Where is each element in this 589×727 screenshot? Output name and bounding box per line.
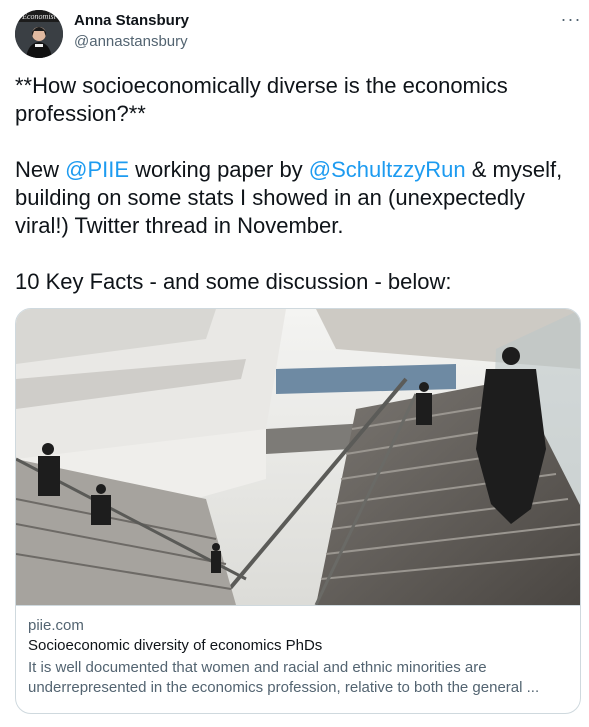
tweet: Economist Anna Stansbury @annastansbury …	[0, 0, 589, 727]
svg-text:Economist: Economist	[21, 12, 57, 21]
tweet-text: **How socioeconomically diverse is the e…	[15, 72, 580, 296]
avatar[interactable]: Economist	[15, 10, 63, 58]
card-meta: piie.com Socioeconomic diversity of econ…	[16, 605, 580, 713]
link-preview-card[interactable]: piie.com Socioeconomic diversity of econ…	[15, 308, 581, 714]
mention-link-schultzzyrun[interactable]: @SchultzzyRun	[309, 157, 466, 182]
more-options-button[interactable]: ···	[556, 10, 586, 32]
author-handle[interactable]: @annastansbury	[74, 33, 188, 50]
tweet-paragraph: New @PIIE working paper by @SchultzzyRun…	[15, 156, 580, 240]
tweet-text-segment: working paper by	[129, 157, 309, 182]
tweet-text-segment: New	[15, 157, 66, 182]
tweet-headline: **How socioeconomically diverse is the e…	[15, 73, 508, 126]
card-description: It is well documented that women and rac…	[28, 659, 540, 696]
card-domain: piie.com	[28, 617, 84, 634]
tweet-closing-line: 10 Key Facts - and some discussion - bel…	[15, 269, 452, 294]
author-name[interactable]: Anna Stansbury	[74, 12, 189, 29]
more-horizontal-icon: ···	[560, 9, 582, 29]
avatar-photo: Economist	[15, 10, 63, 58]
mention-link-piie[interactable]: @PIIE	[65, 157, 129, 182]
card-title: Socioeconomic diversity of economics PhD…	[28, 637, 323, 654]
card-image[interactable]	[16, 309, 581, 605]
